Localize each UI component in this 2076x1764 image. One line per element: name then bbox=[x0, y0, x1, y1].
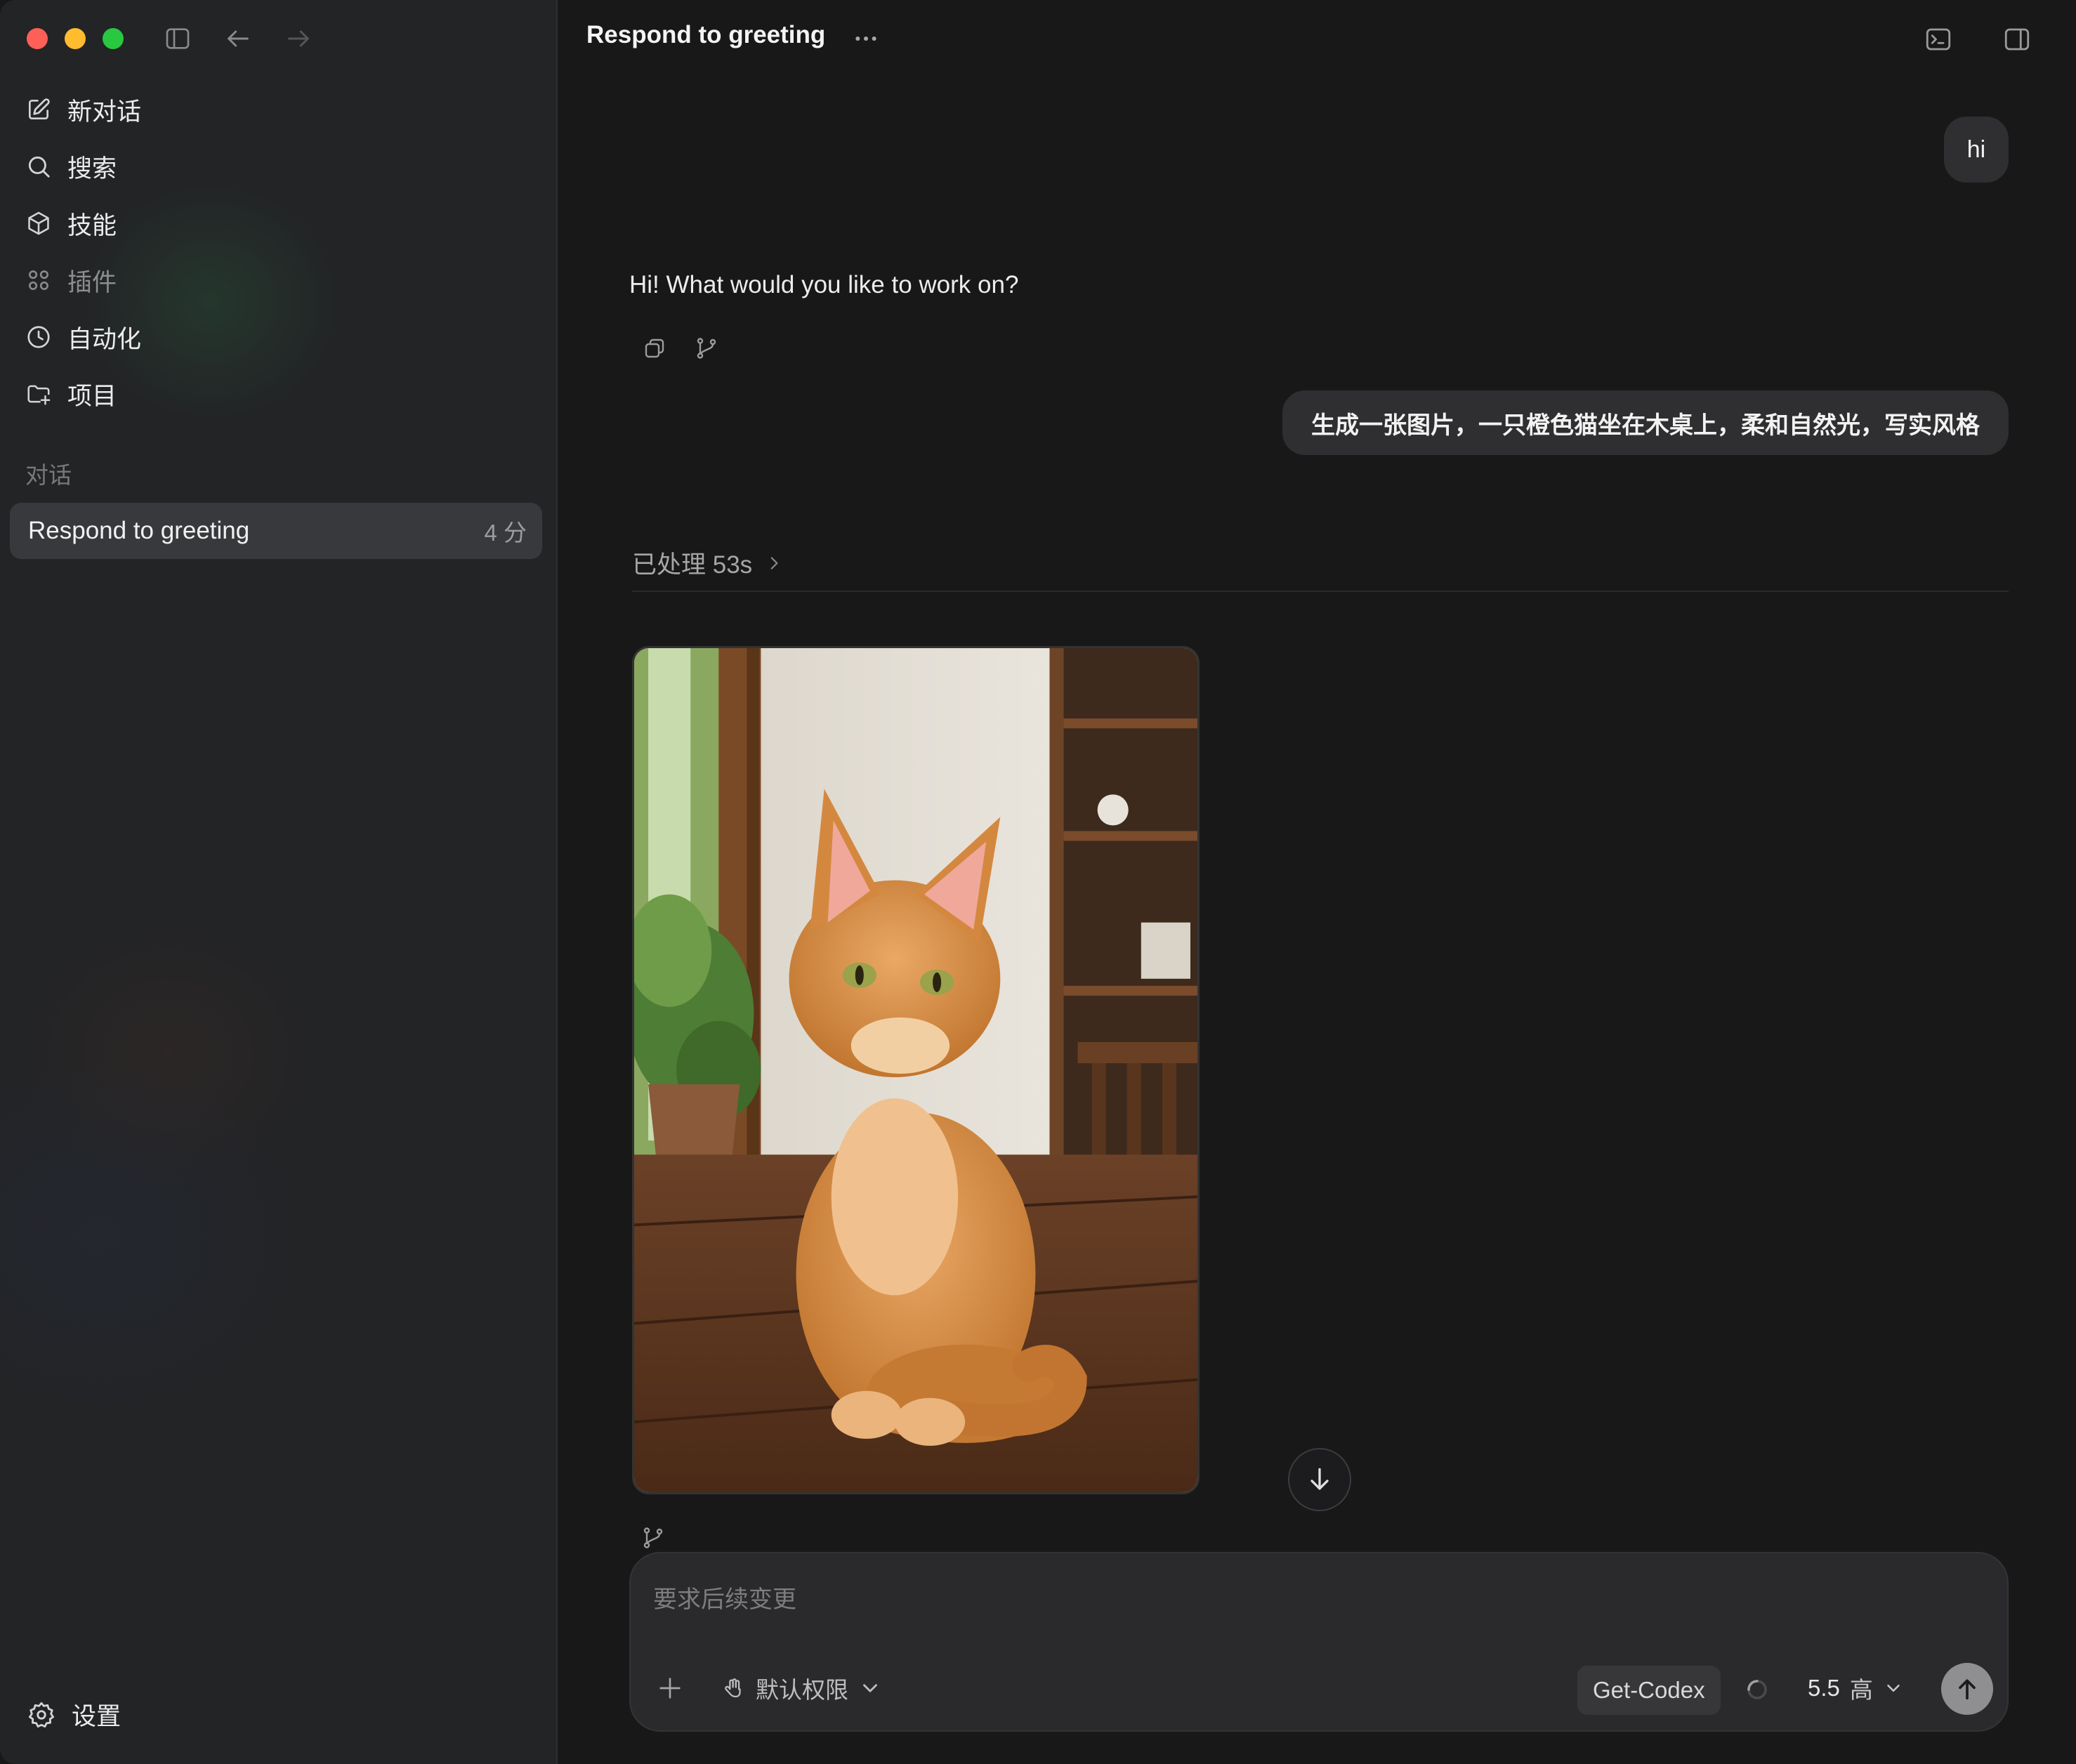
minimize-window-button[interactable] bbox=[65, 28, 86, 49]
back-arrow-icon[interactable] bbox=[221, 21, 256, 56]
send-button[interactable] bbox=[1941, 1663, 1993, 1715]
nav-label: 插件 bbox=[67, 268, 117, 296]
hand-icon bbox=[725, 1678, 741, 1698]
reasoning-level: 高 bbox=[1849, 1677, 1873, 1703]
chevron-right-icon bbox=[770, 556, 778, 570]
copy-icon[interactable] bbox=[639, 333, 670, 364]
model-version: 5.5 bbox=[1808, 1675, 1840, 1701]
compose-icon bbox=[28, 98, 50, 120]
nav-label: 技能 bbox=[67, 211, 117, 239]
scroll-to-bottom-button[interactable] bbox=[1288, 1448, 1351, 1511]
conversation-item[interactable]: Respond to greeting 4 分 bbox=[10, 503, 542, 559]
nav-label: 新对话 bbox=[67, 98, 142, 126]
nav-new-conversation[interactable]: 新对话 bbox=[25, 85, 531, 134]
panel-toggle-icon[interactable] bbox=[1999, 21, 2035, 58]
nav-label: 自动化 bbox=[67, 325, 142, 353]
plus-icon bbox=[659, 1678, 681, 1699]
nav-projects[interactable]: 项目 bbox=[25, 369, 531, 419]
conversation-title: Respond to greeting bbox=[28, 517, 250, 544]
search-icon bbox=[28, 156, 50, 178]
more-options-icon[interactable] bbox=[848, 21, 883, 56]
permission-dropdown[interactable]: 默认权限 bbox=[722, 1670, 882, 1706]
folder-plus-icon bbox=[27, 385, 51, 405]
generated-image[interactable] bbox=[632, 646, 1200, 1494]
user-message: hi bbox=[1944, 117, 2009, 183]
model-selector[interactable]: 5.5 高 bbox=[1808, 1670, 1904, 1706]
user-message: 生成一张图片，一只橙色猫坐在木桌上，柔和自然光，写实风格 bbox=[1282, 390, 2009, 455]
grid-icon bbox=[29, 270, 48, 290]
cube-icon bbox=[28, 211, 49, 235]
settings-label: 设置 bbox=[72, 1703, 121, 1730]
permission-label: 默认权限 bbox=[756, 1677, 848, 1703]
add-attachment-button[interactable] bbox=[652, 1670, 688, 1706]
conversations-section-label: 对话 bbox=[25, 462, 72, 488]
conversation-age: 4 分 bbox=[484, 520, 527, 546]
settings-button[interactable]: 设置 bbox=[27, 1697, 121, 1732]
chevron-down-icon bbox=[1887, 1685, 1900, 1692]
zoom-window-button[interactable] bbox=[103, 28, 124, 49]
loading-spinner-icon bbox=[1747, 1680, 1767, 1699]
arrow-down-icon bbox=[1310, 1468, 1329, 1490]
nav-label: 搜索 bbox=[67, 154, 117, 183]
terminal-icon[interactable] bbox=[1920, 21, 1957, 58]
tool-chip[interactable]: Get-Codex bbox=[1577, 1666, 1721, 1715]
composer-input[interactable]: 要求后续变更 bbox=[653, 1580, 796, 1614]
nav-skills[interactable]: 技能 bbox=[25, 199, 531, 248]
nav-label: 项目 bbox=[67, 382, 117, 410]
close-window-button[interactable] bbox=[27, 28, 48, 49]
sidebar-toggle-icon[interactable] bbox=[160, 21, 195, 56]
nav-search[interactable]: 搜索 bbox=[25, 142, 531, 191]
arrow-up-icon bbox=[1959, 1679, 1976, 1700]
composer: 要求后续变更 默认权限 Get-Codex 5.5 高 bbox=[629, 1552, 2009, 1732]
processed-label: 已处理 53s bbox=[632, 551, 753, 579]
divider bbox=[632, 591, 2009, 592]
nav-automation[interactable]: 自动化 bbox=[25, 312, 531, 362]
chevron-down-icon bbox=[863, 1684, 877, 1692]
gear-icon bbox=[28, 1702, 55, 1727]
forward-arrow-icon[interactable] bbox=[281, 21, 316, 56]
page-title: Respond to greeting bbox=[586, 21, 826, 48]
sidebar: 新对话 搜索 技能 插件 自动化 项目 对话 Respond to greeti… bbox=[0, 0, 558, 1764]
nav-plugins[interactable]: 插件 bbox=[25, 256, 531, 305]
processed-status-toggle[interactable]: 已处理 53s bbox=[632, 545, 783, 581]
assistant-message: Hi! What would you like to work on? bbox=[629, 271, 1019, 298]
branch-icon[interactable] bbox=[638, 1522, 669, 1553]
branch-icon[interactable] bbox=[691, 333, 722, 364]
clock-icon bbox=[27, 326, 50, 348]
